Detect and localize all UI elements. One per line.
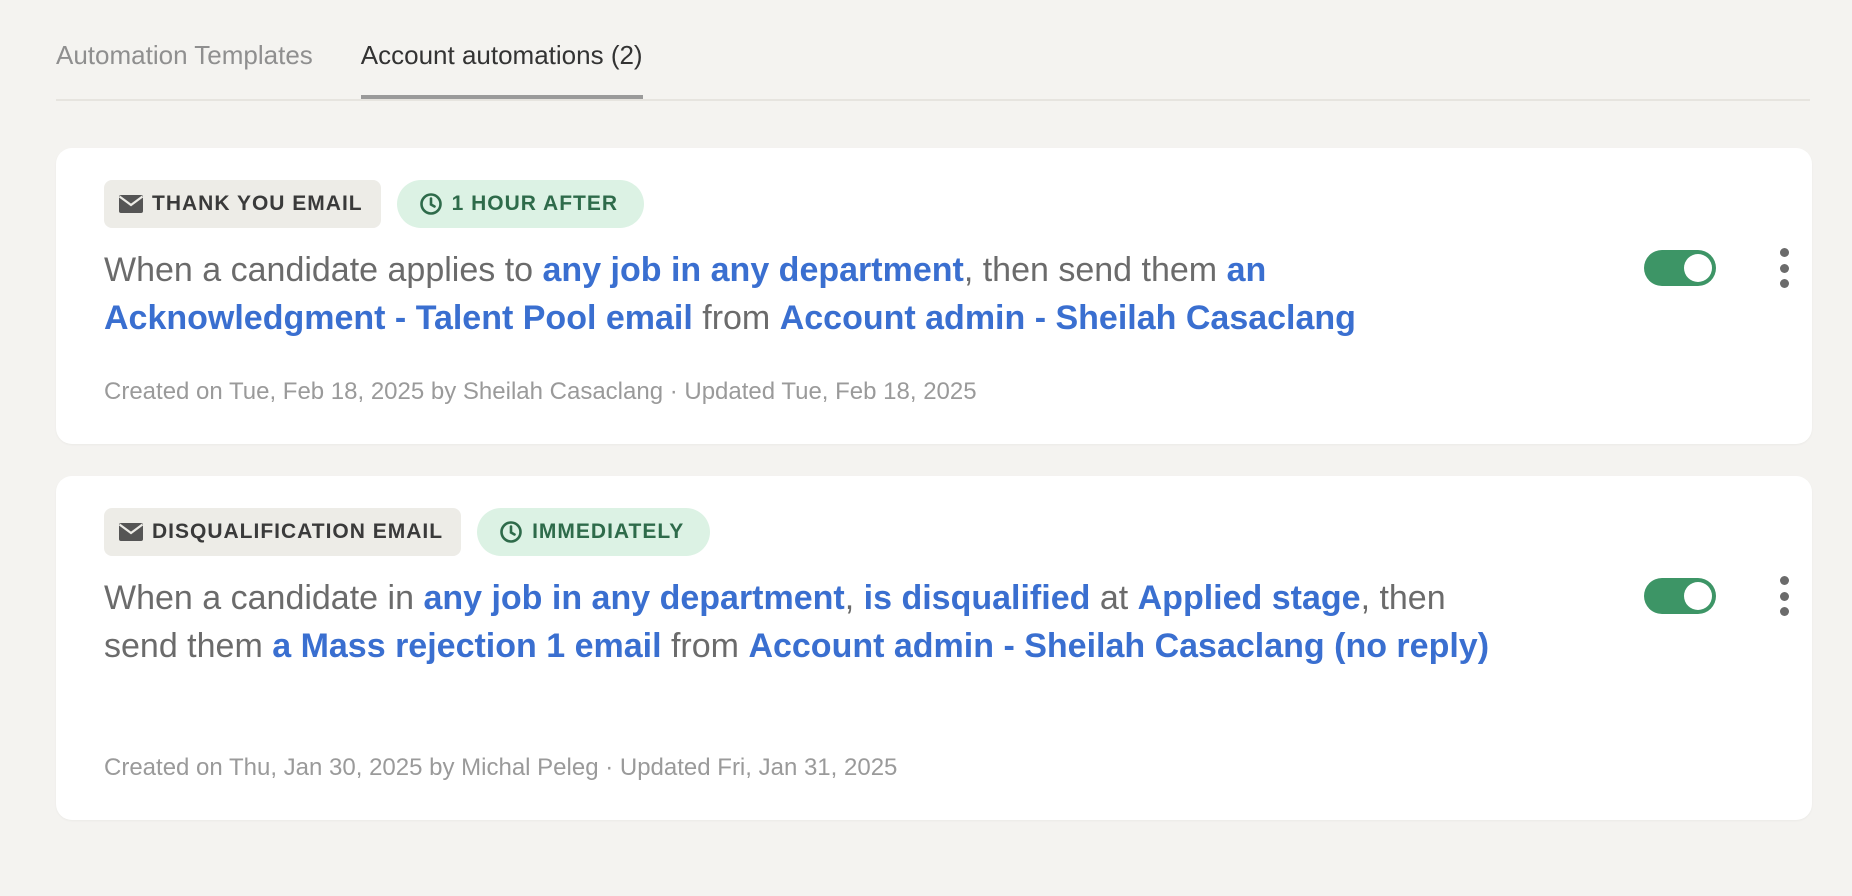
automation-timing-badge: 1 HOUR AFTER (396, 180, 645, 228)
toggle-knob (1684, 254, 1712, 282)
tab-bar: Automation Templates Account automations… (56, 0, 1810, 101)
sender-link[interactable]: Account admin - Sheilah Casaclang (no re… (748, 627, 1489, 665)
automation-type-label: THANK YOU EMAIL (152, 192, 363, 215)
more-options-icon[interactable] (1778, 248, 1790, 288)
tab-account-automations[interactable]: Account automations (2) (360, 0, 643, 99)
automation-badges: DISQUALIFICATION EMAIL IMMEDIATELY (104, 508, 711, 556)
description-text: When a candidate in (104, 579, 424, 617)
automation-timing-label: IMMEDIATELY (532, 520, 685, 543)
stage-link[interactable]: Applied stage (1138, 579, 1361, 617)
automation-enabled-toggle[interactable] (1644, 250, 1716, 286)
toggle-knob (1684, 582, 1712, 610)
automation-badges: THANK YOU EMAIL 1 HOUR AFTER (104, 180, 645, 228)
description-text: When a candidate applies to (104, 251, 543, 289)
account-automations-page: Automation Templates Account automations… (0, 0, 1852, 896)
automation-meta: Created on Tue, Feb 18, 2025 by Sheilah … (104, 378, 977, 405)
automation-card: DISQUALIFICATION EMAIL IMMEDIATELY When … (56, 476, 1812, 820)
description-text: from (661, 627, 749, 665)
automation-type-label: DISQUALIFICATION EMAIL (152, 520, 444, 543)
email-template-link[interactable]: a Mass rejection 1 email (272, 627, 661, 665)
description-text: , then send them (963, 251, 1227, 289)
automation-enabled-toggle[interactable] (1644, 578, 1716, 614)
automation-description: When a candidate in any job in any depar… (104, 574, 1504, 670)
automation-card: THANK YOU EMAIL 1 HOUR AFTER When a cand… (56, 148, 1812, 444)
automation-type-badge: DISQUALIFICATION EMAIL (104, 508, 462, 556)
clock-icon (499, 520, 523, 544)
tab-automation-templates[interactable]: Automation Templates (56, 0, 313, 97)
description-text: at (1090, 579, 1138, 617)
automation-description: When a candidate applies to any job in a… (104, 246, 1504, 342)
job-scope-link[interactable]: any job in any department (543, 251, 964, 289)
envelope-icon (119, 194, 143, 214)
automation-meta: Created on Thu, Jan 30, 2025 by Michal P… (104, 754, 898, 781)
job-scope-link[interactable]: any job in any department (423, 579, 844, 617)
description-text: from (692, 299, 780, 337)
automation-timing-badge: IMMEDIATELY (477, 508, 711, 556)
sender-link[interactable]: Account admin - Sheilah Casaclang (780, 299, 1356, 337)
more-options-icon[interactable] (1778, 576, 1790, 616)
automation-type-badge: THANK YOU EMAIL (104, 180, 381, 228)
description-text: , (844, 579, 864, 617)
automation-timing-label: 1 HOUR AFTER (451, 192, 619, 215)
envelope-icon (119, 522, 143, 542)
trigger-event-link[interactable]: is disqualified (864, 579, 1091, 617)
clock-icon (419, 192, 443, 216)
